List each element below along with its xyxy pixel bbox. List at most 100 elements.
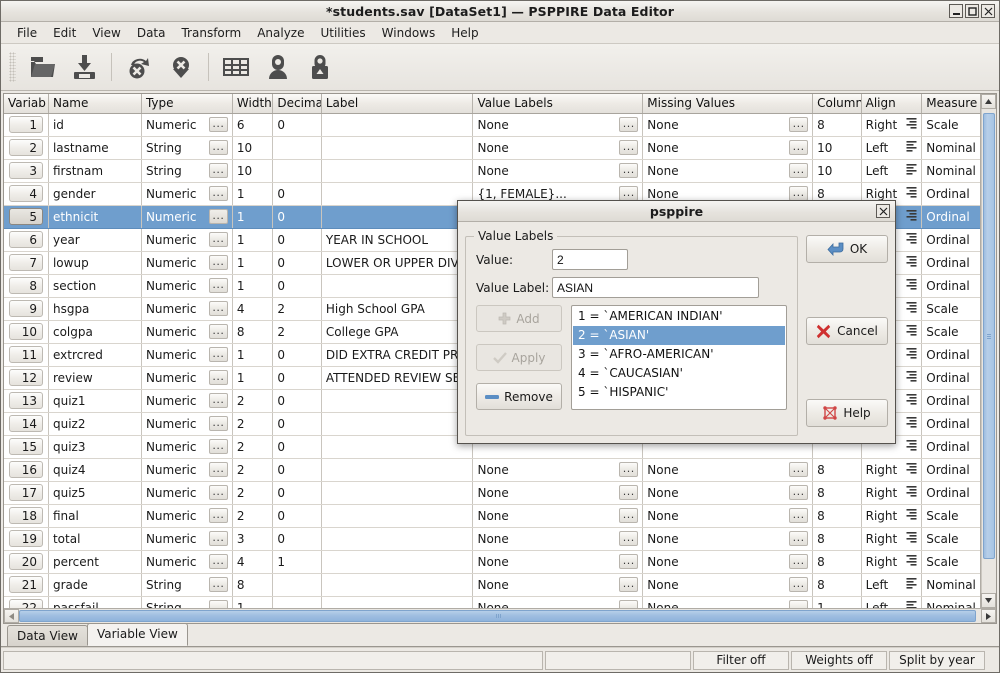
table-row[interactable]: 17quiz5 Numeric ...20 None ... None ...8… [4,481,980,504]
cell-width[interactable]: 1 [232,228,272,251]
missing-values-ellipsis-button[interactable]: ... [789,485,808,500]
cell-measure[interactable]: Scale [922,320,980,343]
cell-name[interactable]: quiz2 [48,412,141,435]
cell-value-labels[interactable]: None ... [473,573,643,596]
value-labels-ellipsis-button[interactable]: ... [619,508,638,523]
cell-label[interactable] [321,113,473,136]
cell-name[interactable]: lastname [48,136,141,159]
tab-variable-view[interactable]: Variable View [87,623,188,646]
horizontal-scrollbar[interactable] [4,608,996,623]
missing-values-ellipsis-button[interactable]: ... [789,462,808,477]
cell-name[interactable]: ethnicit [48,205,141,228]
cell-columns[interactable]: 8 [813,481,862,504]
type-ellipsis-button[interactable]: ... [209,117,228,132]
cell-align[interactable]: Left [861,136,922,159]
cell-decimals[interactable]: 0 [273,481,322,504]
cell-label[interactable]: High School GPA [321,297,473,320]
cell-label[interactable] [321,412,473,435]
cell-measure[interactable]: Ordinal [922,435,980,458]
row-number-cell[interactable]: 17 [4,481,48,504]
cell-columns[interactable]: 8 [813,527,862,550]
cell-align[interactable]: Left [861,573,922,596]
cell-measure[interactable]: Ordinal [922,366,980,389]
type-ellipsis-button[interactable]: ... [209,255,228,270]
cancel-button[interactable]: Cancel [806,317,888,345]
list-item[interactable]: 1 = `AMERICAN INDIAN' [573,307,785,326]
value-labels-ellipsis-button[interactable]: ... [619,140,638,155]
type-ellipsis-button[interactable]: ... [209,301,228,316]
cell-width[interactable]: 2 [232,412,272,435]
cell-measure[interactable]: Ordinal [922,343,980,366]
cell-width[interactable]: 1 [232,274,272,297]
missing-values-ellipsis-button[interactable]: ... [789,577,808,592]
cell-measure[interactable]: Ordinal [922,412,980,435]
cell-label[interactable] [321,389,473,412]
value-labels-ellipsis-button[interactable]: ... [619,577,638,592]
list-item[interactable]: 4 = `CAUCASIAN' [573,364,785,383]
cell-name[interactable]: final [48,504,141,527]
cell-label[interactable] [321,458,473,481]
cell-label[interactable]: College GPA [321,320,473,343]
cell-type[interactable]: Numeric ... [141,435,232,458]
missing-values-ellipsis-button[interactable]: ... [789,554,808,569]
type-ellipsis-button[interactable]: ... [209,393,228,408]
cell-type[interactable]: String ... [141,136,232,159]
cell-type[interactable]: Numeric ... [141,504,232,527]
cell-align[interactable]: Right [861,113,922,136]
insert-case-icon[interactable] [300,48,340,86]
cell-name[interactable]: quiz4 [48,458,141,481]
cell-type[interactable]: String ... [141,159,232,182]
row-number-cell[interactable]: 15 [4,435,48,458]
value-labels-list[interactable]: 1 = `AMERICAN INDIAN' 2 = `ASIAN' 3 = `A… [571,305,787,410]
cell-width[interactable]: 1 [232,205,272,228]
cell-width[interactable]: 2 [232,504,272,527]
menu-item-analyze[interactable]: Analyze [249,24,312,42]
table-row[interactable]: 1id Numeric ...60 None ... None ...8 Rig… [4,113,980,136]
cell-width[interactable]: 1 [232,596,272,608]
col-header-columns[interactable]: Column [813,94,862,113]
ok-button[interactable]: OK [806,235,888,263]
status-filter[interactable]: Filter off [693,651,789,670]
cell-measure[interactable]: Scale [922,550,980,573]
row-number-cell[interactable]: 2 [4,136,48,159]
cell-measure[interactable]: Ordinal [922,251,980,274]
cell-measure[interactable]: Nominal [922,159,980,182]
cell-missing-values[interactable]: None ... [643,527,813,550]
list-item[interactable]: 2 = `ASIAN' [573,326,785,345]
cell-measure[interactable]: Ordinal [922,389,980,412]
cell-measure[interactable]: Scale [922,113,980,136]
cell-name[interactable]: quiz3 [48,435,141,458]
cell-decimals[interactable]: 0 [273,366,322,389]
cell-label[interactable] [321,527,473,550]
cell-width[interactable]: 10 [232,136,272,159]
close-icon[interactable] [876,204,890,218]
variables-grid-icon[interactable] [216,48,256,86]
scroll-up-arrow-icon[interactable] [981,94,996,109]
cell-missing-values[interactable]: None ... [643,113,813,136]
cell-align[interactable]: Left [861,596,922,608]
cell-width[interactable]: 10 [232,159,272,182]
cell-name[interactable]: total [48,527,141,550]
cell-decimals[interactable]: 0 [273,228,322,251]
cell-name[interactable]: firstnam [48,159,141,182]
cell-width[interactable]: 4 [232,550,272,573]
table-row[interactable]: 3firstnam String ...10 None ... None ...… [4,159,980,182]
vertical-scrollbar[interactable] [980,94,996,608]
menu-item-help[interactable]: Help [443,24,486,42]
cell-name[interactable]: hsgpa [48,297,141,320]
cell-type[interactable]: Numeric ... [141,274,232,297]
cell-value-labels[interactable]: None ... [473,113,643,136]
cell-type[interactable]: Numeric ... [141,389,232,412]
cell-decimals[interactable]: 0 [273,113,322,136]
missing-values-ellipsis-button[interactable]: ... [789,531,808,546]
cell-value-labels[interactable]: None ... [473,458,643,481]
cell-label[interactable]: ATTENDED REVIEW SES [321,366,473,389]
row-number-cell[interactable]: 21 [4,573,48,596]
cell-columns[interactable]: 1 [813,596,862,608]
row-number-cell[interactable]: 8 [4,274,48,297]
menu-item-transform[interactable]: Transform [173,24,249,42]
cell-align[interactable]: Right [861,504,922,527]
scroll-right-arrow-icon[interactable] [981,609,996,623]
type-ellipsis-button[interactable]: ... [209,186,228,201]
cell-label[interactable] [321,136,473,159]
